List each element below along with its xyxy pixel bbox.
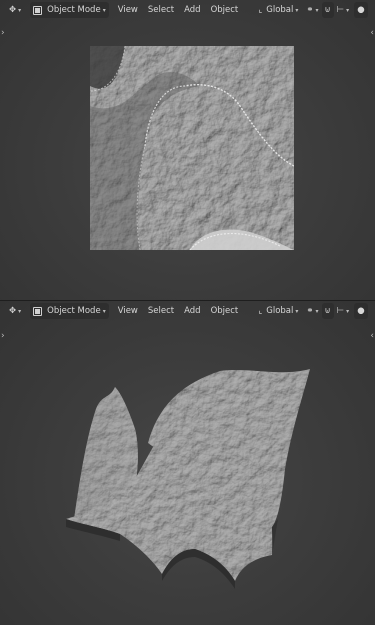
- menu-view[interactable]: View: [113, 2, 143, 18]
- chevron-down-icon: ▾: [18, 6, 22, 14]
- transform-gizmo-icon: ✥: [9, 306, 17, 316]
- mode-label: Object Mode: [47, 5, 101, 15]
- transform-gizmo-icon: ✥: [9, 5, 17, 15]
- chevron-down-icon: ▾: [315, 6, 319, 14]
- mode-dropdown[interactable]: Object Mode ▾: [30, 303, 109, 319]
- mode-dropdown[interactable]: Object Mode ▾: [30, 2, 109, 18]
- menu-select[interactable]: Select: [143, 2, 179, 18]
- transform-orientation-icon: ⌞: [258, 306, 263, 316]
- transform-orientation-dropdown[interactable]: ⌞ Global ▾: [255, 303, 301, 319]
- orientation-label: Global: [266, 306, 294, 316]
- menu-add[interactable]: Add: [179, 2, 205, 18]
- proportional-toggle[interactable]: ●: [354, 2, 368, 18]
- link-icon: ⚭: [306, 306, 314, 316]
- link-icon: ⚭: [306, 5, 314, 15]
- snap-toggle[interactable]: ⊍: [321, 2, 334, 18]
- mode-label: Object Mode: [47, 306, 101, 316]
- chevron-down-icon: ▾: [102, 6, 106, 14]
- chevron-down-icon: ▾: [102, 307, 106, 315]
- snap-icon: ⊍: [324, 306, 331, 316]
- snap-icon: ⊍: [324, 5, 331, 15]
- snap-target-dropdown[interactable]: ⊢ ▾: [334, 2, 352, 18]
- viewport-bottom[interactable]: ✥ ▾ Object Mode ▾ View Select Add Object …: [0, 301, 375, 625]
- chevron-down-icon: ▾: [295, 307, 299, 315]
- toolbar-expand-icon[interactable]: ›: [1, 331, 5, 341]
- transform-orientation-dropdown[interactable]: ⌞ Global ▾: [255, 2, 301, 18]
- object-mode-icon: [33, 306, 43, 316]
- pivot-button[interactable]: ⚭ ▾: [303, 2, 321, 18]
- chevron-down-icon: ▾: [315, 307, 319, 315]
- viewport-header-bottom: ✥ ▾ Object Mode ▾ View Select Add Object …: [0, 301, 375, 321]
- orientation-label: Global: [266, 5, 294, 15]
- menu-view[interactable]: View: [113, 303, 143, 319]
- terrain-perspective-view: [66, 369, 310, 589]
- sidebar-expand-icon[interactable]: ‹: [370, 331, 374, 341]
- pivot-button[interactable]: ⚭ ▾: [303, 303, 321, 319]
- chevron-down-icon: ▾: [346, 307, 350, 315]
- object-mode-icon: [33, 5, 43, 15]
- circle-icon: ●: [357, 5, 365, 15]
- viewport-header-top: ✥ ▾ Object Mode ▾ View Select Add Object …: [0, 0, 375, 20]
- editor-type-button[interactable]: ✥ ▾: [6, 2, 24, 18]
- snap-target-dropdown[interactable]: ⊢ ▾: [334, 303, 352, 319]
- menu-select[interactable]: Select: [143, 303, 179, 319]
- snap-toggle[interactable]: ⊍: [321, 303, 334, 319]
- editor-type-button[interactable]: ✥ ▾: [6, 303, 24, 319]
- proportional-edit-icon: ⊢: [336, 5, 345, 15]
- proportional-edit-icon: ⊢: [336, 306, 345, 316]
- transform-orientation-icon: ⌞: [258, 5, 263, 15]
- terrain-top-view: [90, 46, 294, 250]
- chevron-down-icon: ▾: [346, 6, 350, 14]
- proportional-toggle[interactable]: ●: [354, 303, 368, 319]
- chevron-down-icon: ▾: [18, 307, 22, 315]
- toolbar-expand-icon[interactable]: ›: [1, 28, 5, 38]
- circle-icon: ●: [357, 306, 365, 316]
- menu-add[interactable]: Add: [179, 303, 205, 319]
- menu-object[interactable]: Object: [206, 2, 244, 18]
- menu-object[interactable]: Object: [206, 303, 244, 319]
- viewport-top[interactable]: ✥ ▾ Object Mode ▾ View Select Add Object …: [0, 0, 375, 300]
- chevron-down-icon: ▾: [295, 6, 299, 14]
- sidebar-expand-icon[interactable]: ‹: [370, 28, 374, 38]
